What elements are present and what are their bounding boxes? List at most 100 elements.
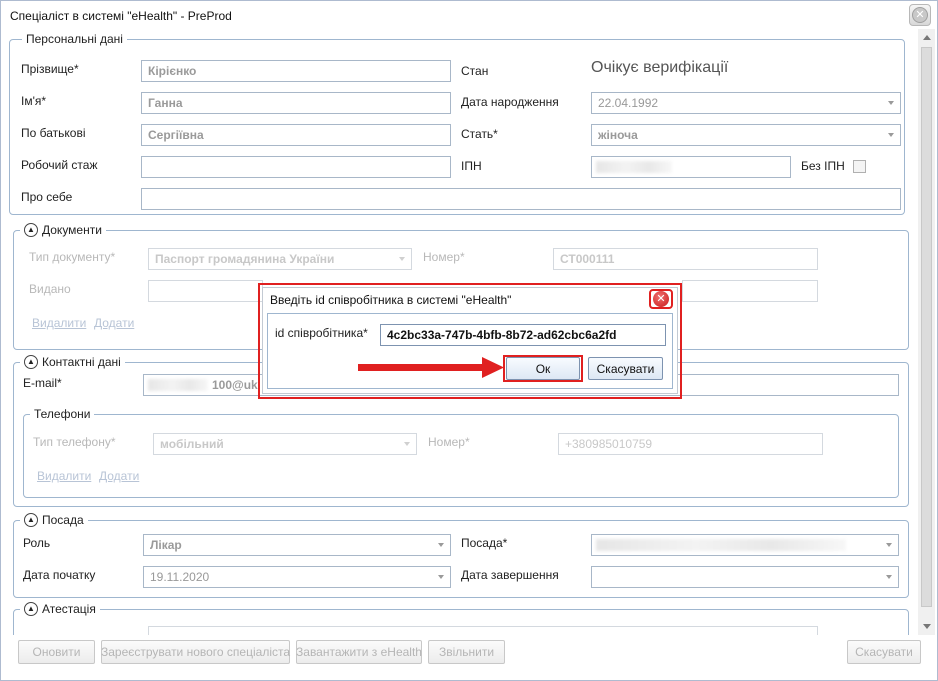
close-icon: ✕ (912, 7, 928, 23)
birth-date-input[interactable]: 22.04.1992 (591, 92, 901, 114)
contacts-title: Контактні дані (42, 355, 121, 369)
employee-id-input[interactable]: 4c2bc33a-747b-4bfb-8b72-ad62cbc6a2fd (380, 324, 666, 346)
position-redacted (596, 539, 846, 551)
doc-type-label: Тип документу* (29, 250, 116, 264)
phones-title: Телефони (34, 407, 91, 421)
phone-delete-link[interactable]: Видалити (37, 469, 91, 483)
close-icon: ✕ (653, 291, 669, 307)
chevron-down-icon (404, 442, 410, 446)
collapse-icon[interactable]: ▲ (24, 223, 38, 237)
chevron-down-icon (886, 575, 892, 579)
role-select[interactable]: Лікар (143, 534, 451, 556)
dialog-title: Введіть id співробітника в системі "eHea… (270, 293, 512, 307)
phone-type-label: Тип телефону* (33, 435, 116, 449)
attestation-title: Атестація (42, 602, 96, 616)
chevron-down-icon (888, 101, 894, 105)
vertical-scrollbar[interactable] (918, 29, 935, 635)
end-date-label: Дата завершення (461, 568, 559, 582)
end-date-input[interactable] (591, 566, 899, 588)
state-label: Стан (461, 64, 489, 78)
doc-add-link[interactable]: Додати (94, 316, 134, 330)
documents-legend: ▲ Документи (20, 223, 106, 237)
no-ipn-checkbox[interactable] (853, 160, 866, 173)
start-date-value: 19.11.2020 (150, 570, 210, 584)
cancel-button[interactable]: Скасувати (847, 640, 921, 664)
attestation-input[interactable] (148, 626, 818, 635)
employee-id-label: id співробітника* (275, 326, 368, 340)
patronymic-input[interactable]: Сергіївна (141, 124, 451, 146)
doc-type-select[interactable]: Паспорт громадянина України (148, 248, 412, 270)
collapse-icon[interactable]: ▲ (24, 602, 38, 616)
phone-type-value: мобільний (160, 437, 224, 451)
specialist-window: Спеціаліст в системі "eHealth" - PreProd… (0, 0, 938, 681)
birth-date-label: Дата народження (461, 95, 559, 109)
personal-data-legend: Персональні дані (22, 32, 127, 46)
role-value: Лікар (150, 538, 182, 552)
no-ipn-label: Без ІПН (801, 159, 845, 173)
chevron-down-icon (399, 257, 405, 261)
pointer-arrow-icon (358, 357, 504, 378)
name-label: Ім'я* (21, 94, 47, 108)
gender-label: Стать* (461, 127, 498, 141)
surname-input[interactable]: Кірієнко (141, 60, 451, 82)
dialog-close-button[interactable]: ✕ (649, 289, 673, 309)
phone-number-input[interactable]: +380985010759 (558, 433, 823, 455)
position-select[interactable] (591, 534, 899, 556)
ipn-label: ІПН (461, 159, 482, 173)
phone-type-select[interactable]: мобільний (153, 433, 417, 455)
doc-number-input[interactable]: СТ000111 (553, 248, 818, 270)
email-value: 100@uk (212, 378, 258, 392)
ipn-redacted (596, 161, 672, 173)
doc-number-label: Номер* (423, 250, 465, 264)
scroll-up-icon[interactable] (923, 35, 931, 40)
collapse-icon[interactable]: ▲ (24, 355, 38, 369)
phones-legend: Телефони (30, 407, 95, 421)
personal-data-title: Персональні дані (26, 32, 123, 46)
state-value: Очікує верифікації (591, 59, 729, 76)
email-redacted (148, 379, 208, 391)
role-label: Роль (23, 536, 51, 550)
scroll-down-icon[interactable] (923, 624, 931, 629)
contacts-legend: ▲ Контактні дані (20, 355, 125, 369)
patronymic-label: По батькові (21, 126, 86, 140)
window-close-button[interactable]: ✕ (909, 4, 931, 26)
phones-group: Телефони (23, 407, 899, 498)
chevron-down-icon (888, 133, 894, 137)
doc-delete-link[interactable]: Видалити (32, 316, 86, 330)
ipn-input[interactable] (591, 156, 791, 178)
phone-add-link[interactable]: Додати (99, 469, 139, 483)
doc-extra-input[interactable] (682, 280, 818, 302)
ok-button[interactable]: Ок (506, 357, 580, 380)
email-label: E-mail* (23, 376, 62, 390)
position-title: Посада (42, 513, 84, 527)
start-date-label: Дата початку (23, 568, 96, 582)
documents-title: Документи (42, 223, 102, 237)
collapse-icon[interactable]: ▲ (24, 513, 38, 527)
about-input[interactable] (141, 188, 901, 210)
chevron-down-icon (886, 543, 892, 547)
load-ehealth-button[interactable]: Завантажити з eHealth (296, 640, 422, 664)
dialog-cancel-button[interactable]: Скасувати (588, 357, 663, 380)
chevron-down-icon (438, 575, 444, 579)
title-bar: Спеціаліст в системі "eHealth" - PreProd… (1, 1, 937, 29)
window-title: Спеціаліст в системі "eHealth" - PreProd (10, 9, 232, 23)
experience-input[interactable] (141, 156, 451, 178)
position-legend: ▲ Посада (20, 513, 88, 527)
scroll-thumb[interactable] (921, 47, 932, 607)
update-button[interactable]: Оновити (18, 640, 95, 664)
gender-value: жіноча (598, 128, 638, 142)
gender-select[interactable]: жіноча (591, 124, 901, 146)
attestation-legend: ▲ Атестація (20, 602, 100, 616)
issued-input[interactable] (148, 280, 263, 302)
dismiss-button[interactable]: Звільнити (428, 640, 505, 664)
register-button[interactable]: Зареєструвати нового спеціаліста (101, 640, 290, 664)
name-input[interactable]: Ганна (141, 92, 451, 114)
phone-number-label: Номер* (428, 435, 470, 449)
issued-label: Видано (29, 282, 71, 296)
start-date-input[interactable]: 19.11.2020 (143, 566, 451, 588)
doc-type-value: Паспорт громадянина України (155, 252, 335, 266)
position-label: Посада* (461, 536, 508, 550)
about-label: Про себе (21, 190, 73, 204)
chevron-down-icon (438, 543, 444, 547)
experience-label: Робочий стаж (21, 158, 98, 172)
